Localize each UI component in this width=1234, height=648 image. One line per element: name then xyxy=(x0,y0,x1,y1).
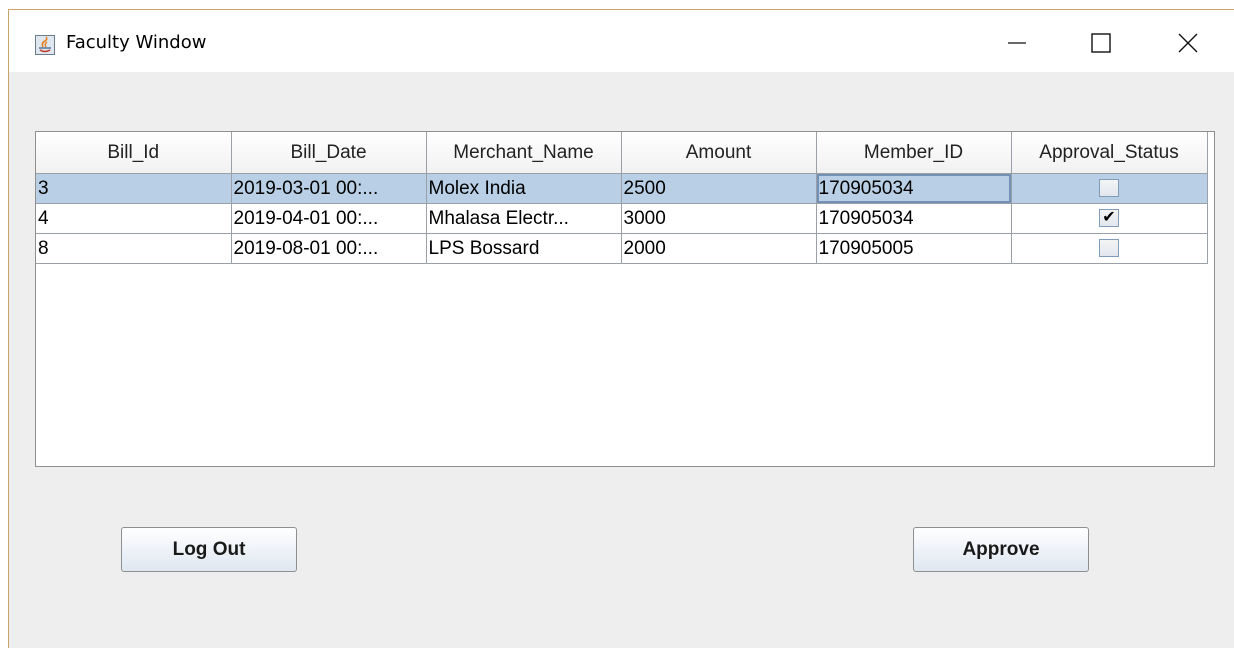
column-header-member-id[interactable]: Member_ID xyxy=(816,132,1012,174)
cell-member-id[interactable]: 170905034 xyxy=(816,173,1012,204)
title-bar[interactable]: Faculty Window xyxy=(9,10,1234,72)
column-header-merchant-name[interactable]: Merchant_Name xyxy=(426,132,622,174)
faculty-window: Faculty Window Bill_Id Bill_Date Merchan… xyxy=(8,9,1234,648)
maximize-icon xyxy=(1091,33,1111,53)
column-header-approval-status[interactable]: Approval_Status xyxy=(1011,132,1208,174)
table-row[interactable]: 4 2019-04-01 00:... Mhalasa Electr... 3000 1… xyxy=(36,203,1208,234)
maximize-button[interactable] xyxy=(1078,22,1124,64)
cell-bill-id[interactable]: 3 xyxy=(36,173,232,204)
cell-approval-status: ✔ xyxy=(1011,203,1208,234)
cell-amount[interactable]: 3000 xyxy=(621,203,817,234)
log-out-button[interactable]: Log Out xyxy=(121,527,297,572)
cell-member-id[interactable]: 170905034 xyxy=(816,203,1012,234)
minimize-button[interactable] xyxy=(994,22,1040,64)
cell-approval-status xyxy=(1011,173,1208,204)
table-row[interactable]: 3 2019-03-01 00:... Molex India 2500 1709050… xyxy=(36,173,1208,204)
cell-amount[interactable]: 2500 xyxy=(621,173,817,204)
approve-button[interactable]: Approve xyxy=(913,527,1089,572)
approval-checkbox[interactable] xyxy=(1099,239,1119,258)
window-title: Faculty Window xyxy=(66,32,207,53)
java-app-icon xyxy=(35,35,55,55)
table-header-row: Bill_Id Bill_Date Merchant_Name Amount M… xyxy=(36,132,1208,174)
cell-merchant-name[interactable]: Molex India xyxy=(426,173,622,204)
cell-member-id[interactable]: 170905005 xyxy=(816,233,1012,264)
column-header-bill-date[interactable]: Bill_Date xyxy=(231,132,427,174)
column-header-amount[interactable]: Amount xyxy=(621,132,817,174)
cell-bill-id[interactable]: 8 xyxy=(36,233,232,264)
cell-bill-date[interactable]: 2019-03-01 00:... xyxy=(231,173,427,204)
cell-approval-status xyxy=(1011,233,1208,264)
cell-bill-date[interactable]: 2019-04-01 00:... xyxy=(231,203,427,234)
close-icon xyxy=(1178,33,1198,53)
approval-checkbox[interactable]: ✔ xyxy=(1099,209,1119,228)
close-button[interactable] xyxy=(1165,22,1211,64)
column-header-bill-id[interactable]: Bill_Id xyxy=(36,132,232,174)
bills-table-panel[interactable]: Bill_Id Bill_Date Merchant_Name Amount M… xyxy=(35,131,1215,467)
cell-bill-date[interactable]: 2019-08-01 00:... xyxy=(231,233,427,264)
approval-checkbox[interactable] xyxy=(1099,179,1119,198)
cell-merchant-name[interactable]: Mhalasa Electr... xyxy=(426,203,622,234)
bills-table: Bill_Id Bill_Date Merchant_Name Amount M… xyxy=(36,132,1208,264)
table-row[interactable]: 8 2019-08-01 00:... LPS Bossard 2000 1709050… xyxy=(36,233,1208,264)
cell-merchant-name[interactable]: LPS Bossard xyxy=(426,233,622,264)
cell-amount[interactable]: 2000 xyxy=(621,233,817,264)
cell-bill-id[interactable]: 4 xyxy=(36,203,232,234)
minimize-icon xyxy=(1008,42,1026,44)
